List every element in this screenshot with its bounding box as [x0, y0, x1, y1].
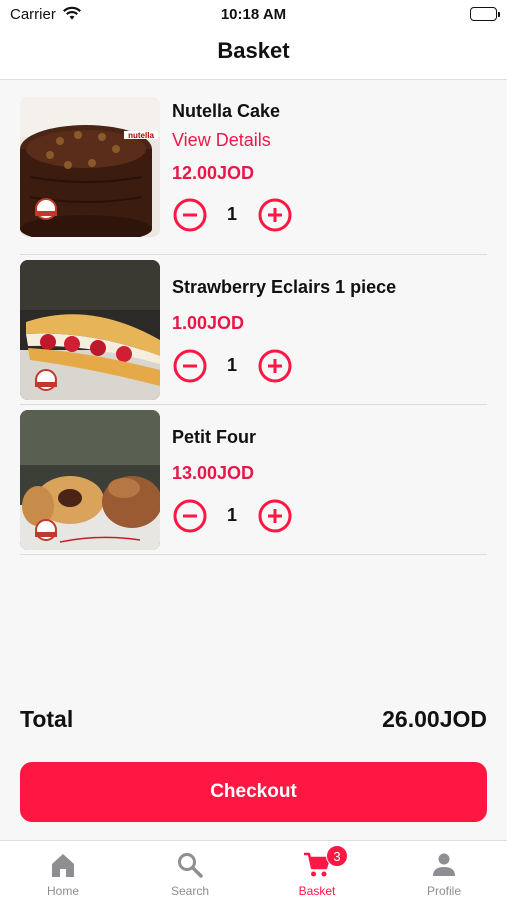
product-image[interactable] — [20, 260, 160, 400]
tab-search[interactable]: Search — [127, 841, 253, 900]
tab-bar: Home Search 3 Basket Profile — [0, 840, 507, 900]
basket-item-petit-four: Petit Four 13.00JOD 1 — [20, 409, 487, 555]
quantity-value: 1 — [226, 505, 237, 525]
decrease-quantity-button[interactable] — [173, 499, 207, 533]
tab-profile[interactable]: Profile — [381, 841, 507, 900]
tab-label: Basket — [298, 884, 336, 898]
home-icon — [52, 854, 74, 877]
nav-header: Basket — [0, 28, 507, 80]
profile-icon — [433, 853, 455, 876]
minus-circle-icon — [173, 499, 207, 533]
item-price: 13.00JOD — [172, 463, 255, 483]
page-title: Basket — [217, 38, 290, 63]
product-image[interactable]: nutella — [20, 97, 160, 237]
battery-icon — [470, 7, 500, 21]
minus-circle-icon — [173, 198, 207, 232]
item-name: Petit Four — [172, 427, 256, 447]
quantity-value: 1 — [226, 204, 237, 224]
checkout-button[interactable]: Checkout — [20, 762, 487, 822]
basket-item-nutella-cake: nutella Nutella Cake View Details 12.00J… — [20, 96, 487, 255]
minus-circle-icon — [173, 349, 207, 383]
plus-circle-icon — [258, 499, 292, 533]
search-icon — [178, 853, 203, 878]
total-label: Total — [20, 706, 74, 732]
increase-quantity-button[interactable] — [258, 349, 292, 383]
tab-label: Profile — [426, 884, 461, 898]
view-details-link[interactable]: View Details — [172, 130, 271, 151]
quantity-value: 1 — [226, 355, 237, 375]
svg-text:nutella: nutella — [128, 131, 154, 140]
tab-label: Search — [170, 884, 210, 898]
item-name: Nutella Cake — [172, 101, 281, 121]
increase-quantity-button[interactable] — [258, 198, 292, 232]
decrease-quantity-button[interactable] — [173, 349, 207, 383]
item-price: 12.00JOD — [172, 163, 255, 183]
product-image[interactable] — [20, 410, 160, 550]
tab-label: Home — [46, 884, 79, 898]
increase-quantity-button[interactable] — [258, 499, 292, 533]
item-name: Strawberry Eclairs 1 piece — [172, 277, 397, 297]
tab-basket[interactable]: 3 Basket — [254, 841, 380, 900]
tab-home[interactable]: Home — [0, 841, 126, 900]
plus-circle-icon — [258, 349, 292, 383]
plus-circle-icon — [258, 198, 292, 232]
cart-badge: 3 — [326, 845, 348, 867]
status-bar: Carrier 10:18 AM — [0, 0, 507, 28]
clock: 10:18 AM — [220, 6, 287, 23]
basket-item-strawberry-eclairs: Strawberry Eclairs 1 piece 1.00JOD 1 — [20, 259, 487, 405]
total-value: 26.00JOD — [382, 706, 487, 732]
decrease-quantity-button[interactable] — [173, 198, 207, 232]
item-price: 1.00JOD — [172, 313, 245, 333]
